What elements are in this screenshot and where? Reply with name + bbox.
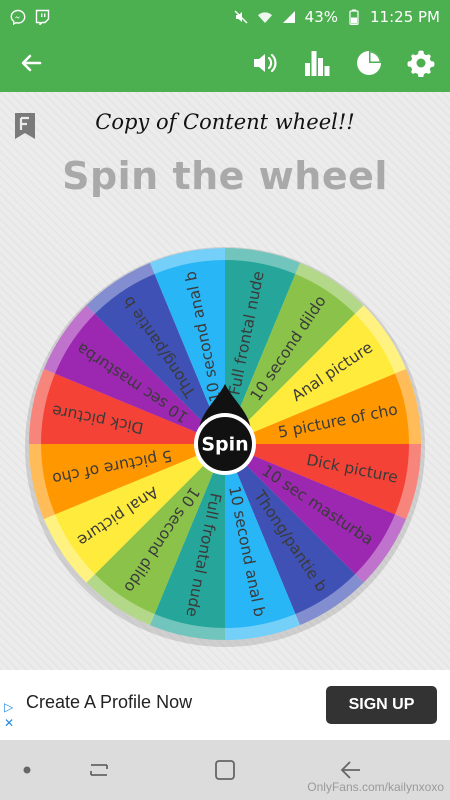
status-bar: 43% 11:25 PM bbox=[0, 0, 450, 34]
ad-banner[interactable]: ▷ ✕ Create A Profile Now SIGN UP bbox=[0, 670, 450, 740]
wifi-icon bbox=[257, 9, 273, 25]
main-content: Copy of Content wheel!! Spin the wheel F… bbox=[0, 92, 450, 670]
settings-gear-icon[interactable] bbox=[406, 48, 436, 78]
wheel-svg[interactable]: Full frontal nude10 second dildoAnal pic… bbox=[0, 92, 450, 670]
recent-apps-icon[interactable] bbox=[86, 758, 112, 782]
bar-chart-icon[interactable] bbox=[302, 48, 332, 78]
system-nav-bar: OnlyFans.com/kailynxoxo bbox=[0, 740, 450, 800]
ad-choices[interactable]: ▷ ✕ bbox=[4, 700, 14, 730]
volume-icon[interactable] bbox=[250, 48, 280, 78]
adchoices-icon[interactable]: ▷ bbox=[4, 700, 14, 714]
ad-close-icon[interactable]: ✕ bbox=[4, 716, 14, 730]
battery-icon bbox=[346, 9, 362, 25]
spin-button-label[interactable]: Spin bbox=[201, 434, 248, 456]
clock: 11:25 PM bbox=[370, 8, 440, 26]
twitch-icon bbox=[34, 9, 50, 25]
mute-icon bbox=[233, 9, 249, 25]
messenger-icon bbox=[10, 9, 26, 25]
pie-chart-icon[interactable] bbox=[354, 48, 384, 78]
sign-up-button[interactable]: SIGN UP bbox=[326, 686, 437, 724]
ad-text[interactable]: Create A Profile Now bbox=[26, 692, 192, 713]
home-icon[interactable] bbox=[212, 758, 238, 782]
signal-icon bbox=[281, 9, 297, 25]
app-bar bbox=[0, 34, 450, 92]
watermark: OnlyFans.com/kailynxoxo bbox=[307, 780, 444, 794]
wheel[interactable]: Full frontal nude 10 second dildo Anal pic… bbox=[0, 92, 450, 670]
dot-icon[interactable] bbox=[14, 758, 40, 782]
battery-percent: 43% bbox=[304, 8, 339, 26]
back-arrow-icon[interactable] bbox=[14, 46, 48, 80]
back-icon[interactable] bbox=[338, 758, 364, 782]
